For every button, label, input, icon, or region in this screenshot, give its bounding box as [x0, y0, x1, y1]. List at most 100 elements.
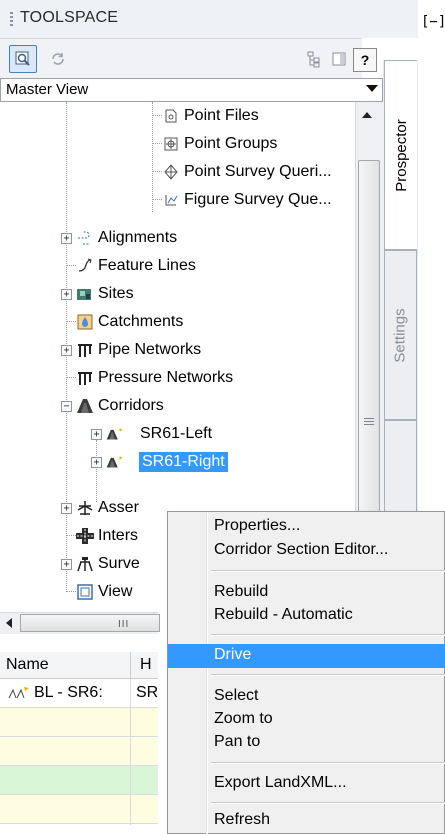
tab-prospector-label: Prospector — [392, 118, 410, 192]
tree-item-assemblies[interactable]: + Asser — [61, 494, 139, 522]
collapse-marker[interactable]: [−] — [421, 14, 445, 30]
tree-item-sr61-right[interactable]: + SR61-Right — [91, 448, 228, 476]
expand-icon[interactable]: + — [61, 288, 72, 300]
tree-item-point-survey-queries[interactable]: Point Survey Queri... — [152, 158, 332, 186]
table-row[interactable] — [0, 737, 158, 766]
expand-icon[interactable]: + — [61, 558, 72, 570]
column-header-name[interactable]: Name — [6, 656, 49, 674]
tree-guide — [66, 377, 76, 379]
tree-item-label: SR61-Right — [139, 452, 228, 472]
menu-item-drive[interactable]: Drive — [168, 644, 445, 668]
corridor-item-icon — [106, 453, 124, 471]
point-groups-icon — [162, 135, 180, 153]
collapse-icon[interactable]: − — [61, 400, 72, 412]
view-frame-icon — [76, 583, 94, 601]
tree-item-label: Sites — [98, 285, 134, 302]
tree-guide — [66, 535, 76, 537]
expand-icon[interactable]: + — [61, 344, 72, 356]
tree-guide — [66, 591, 76, 593]
tree-item-view-frames[interactable]: View — [66, 578, 132, 606]
menu-item-rebuild[interactable]: Rebuild — [168, 581, 445, 605]
column-divider — [130, 679, 131, 825]
expand-icon[interactable]: + — [61, 502, 72, 514]
grip-icon — [364, 418, 374, 426]
tree-guide — [152, 199, 162, 201]
menu-item-refresh[interactable]: Refresh — [168, 809, 445, 833]
menu-item-label: Drive — [214, 646, 252, 663]
baseline-icon — [8, 686, 30, 703]
tree-item-pressure-networks[interactable]: Pressure Networks — [66, 364, 233, 392]
assembly-icon — [76, 499, 94, 517]
tree-item-sr61-left[interactable]: + SR61-Left — [91, 420, 212, 448]
scrollbar-thumb[interactable] — [358, 160, 380, 525]
table-row[interactable] — [0, 766, 158, 795]
table-cell-h: SR — [136, 684, 159, 701]
tab-settings[interactable]: Settings — [384, 250, 417, 420]
tree-item-intersections[interactable]: Inters — [66, 522, 138, 550]
tree-item-point-groups[interactable]: Point Groups — [152, 130, 277, 158]
menu-item-rebuild-automatic[interactable]: Rebuild - Automatic — [168, 604, 445, 628]
menu-item-zoom-to[interactable]: Zoom to — [168, 708, 445, 732]
menu-item-label: Pan to — [214, 733, 261, 750]
tree-item-label: Feature Lines — [98, 257, 196, 274]
tree-item-pipe-networks[interactable]: + Pipe Networks — [61, 336, 201, 364]
view-dropdown-value: Master View — [6, 81, 89, 98]
panel-icon[interactable] — [326, 46, 352, 72]
column-divider[interactable] — [130, 652, 131, 678]
scroll-up-icon[interactable] — [362, 112, 372, 118]
tree-item-label: SR61-Left — [140, 425, 213, 442]
tree-guide — [152, 115, 162, 117]
tab-prospector[interactable]: Prospector — [384, 60, 417, 250]
tree-item-label: Pressure Networks — [98, 369, 234, 386]
grip-icon[interactable] — [10, 12, 13, 28]
menu-item-label: Refresh — [214, 811, 271, 828]
tree-item-figure-survey-queries[interactable]: Figure Survey Que... — [152, 186, 332, 214]
magnifier-icon[interactable] — [9, 45, 37, 73]
expand-icon[interactable]: + — [91, 428, 102, 440]
tree-guide — [152, 143, 162, 145]
chevron-down-icon[interactable] — [366, 85, 378, 92]
intersection-icon — [76, 527, 94, 545]
scroll-left-icon[interactable] — [6, 618, 12, 628]
table-row[interactable] — [0, 708, 158, 737]
tree-item-catchments[interactable]: Catchments — [66, 308, 183, 336]
figure-query-icon — [162, 191, 180, 209]
expand-icon[interactable]: + — [91, 456, 102, 468]
tree-item-label: Asser — [98, 499, 139, 516]
column-header-h[interactable]: H — [140, 656, 152, 674]
table-row[interactable] — [0, 795, 158, 824]
menu-item-corridor-section-editor[interactable]: Corridor Section Editor... — [168, 539, 445, 563]
tree-item-label: Pipe Networks — [98, 341, 202, 358]
menu-item-export-landxml[interactable]: Export LandXML... — [168, 772, 445, 796]
tree-item-label: Corridors — [98, 397, 164, 414]
tree-view-icon[interactable] — [301, 46, 327, 72]
tree-item-feature-lines[interactable]: Feature Lines — [66, 252, 196, 280]
tree-item-survey[interactable]: + Surve — [61, 550, 140, 578]
tree-item-label: Catchments — [98, 313, 184, 330]
tree-item-sites[interactable]: + Sites — [61, 280, 134, 308]
help-button[interactable]: ? — [353, 48, 377, 72]
corridor-icon — [76, 397, 94, 415]
alignment-icon — [76, 229, 94, 247]
pressure-network-icon — [76, 369, 94, 387]
menu-item-label: Select — [214, 687, 259, 704]
refresh-icon[interactable] — [45, 46, 71, 72]
tree-item-alignments[interactable]: + Alignments — [61, 224, 177, 252]
tree-item-label: View — [98, 583, 133, 600]
expand-icon[interactable]: + — [61, 232, 72, 244]
menu-item-properties[interactable]: Properties... — [168, 515, 445, 539]
menu-item-pan-to[interactable]: Pan to — [168, 731, 445, 755]
scrollbar-thumb[interactable] — [20, 614, 160, 632]
corridor-item-icon — [106, 425, 124, 443]
tree-item-label: Point Survey Queri... — [184, 163, 332, 180]
tree-guide — [66, 321, 76, 323]
tree-item-point-files[interactable]: Point Files — [152, 102, 259, 130]
menu-item-label: Zoom to — [214, 710, 273, 727]
tree-item-corridors[interactable]: − Corridors — [61, 392, 164, 420]
menu-item-select[interactable]: Select — [168, 685, 445, 709]
view-dropdown[interactable]: Master View — [0, 78, 383, 102]
tree-item-label: Inters — [98, 527, 139, 544]
table-cell-name: BL - SR6: — [34, 684, 103, 701]
menu-separator — [211, 674, 445, 676]
menu-item-label: Properties... — [214, 517, 301, 534]
